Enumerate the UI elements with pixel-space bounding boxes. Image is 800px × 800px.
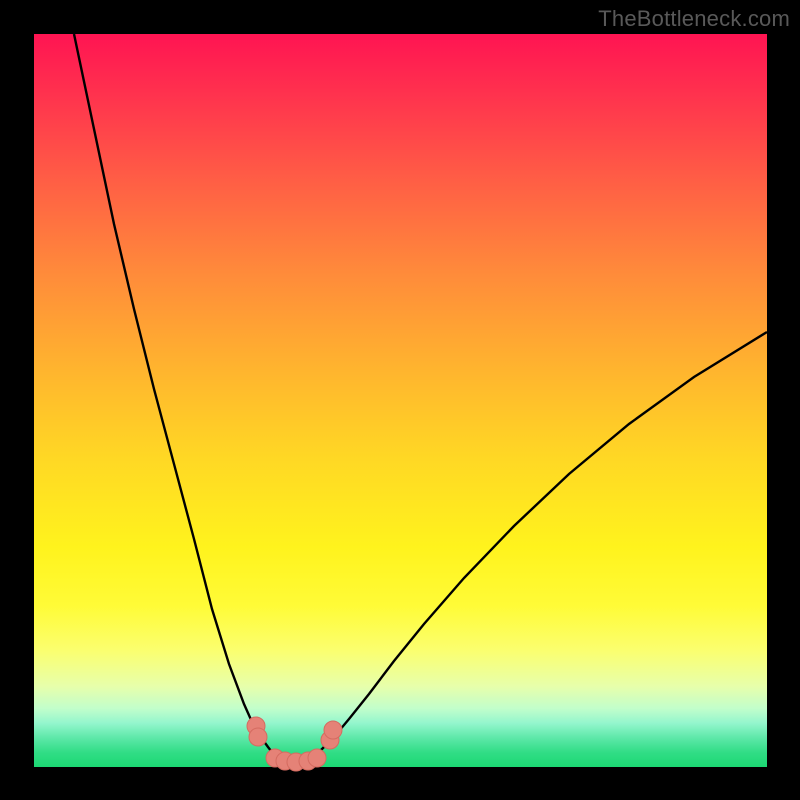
plot-area (34, 34, 767, 767)
curve-left (74, 34, 275, 756)
watermark-text: TheBottleneck.com (598, 6, 790, 32)
data-marker (308, 749, 326, 767)
data-marker (324, 721, 342, 739)
data-marker (249, 728, 267, 746)
curve-right (315, 332, 767, 756)
chart-svg (34, 34, 767, 767)
data-markers (247, 717, 342, 771)
outer-frame: TheBottleneck.com (0, 0, 800, 800)
